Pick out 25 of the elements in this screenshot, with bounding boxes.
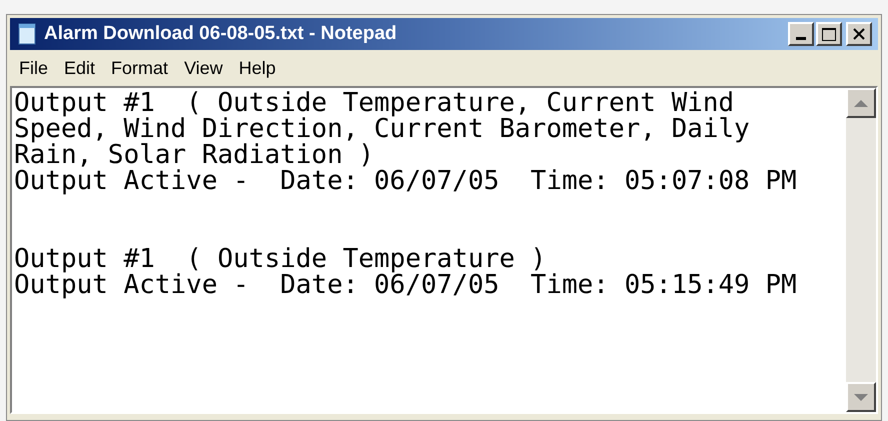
text-line: Output Active - Date: 06/07/05 Time: 05:15:49 PM xyxy=(14,272,797,298)
menu-item[interactable]: File xyxy=(12,54,56,82)
text-line: Output #1 ( Outside Temperature ) xyxy=(14,246,546,272)
menu-item[interactable]: View xyxy=(177,54,230,82)
menu-item[interactable]: Help xyxy=(232,54,283,82)
notepad-icon xyxy=(16,22,38,46)
menu-item[interactable]: Edit xyxy=(57,54,102,82)
text-line: Speed, Wind Direction, Current Barometer, Daily xyxy=(14,116,750,142)
minimize-icon xyxy=(796,37,806,40)
maximize-icon xyxy=(822,28,836,40)
close-button[interactable] xyxy=(846,22,872,46)
scroll-up-button[interactable] xyxy=(846,88,876,118)
text-line: Rain, Solar Radiation ) xyxy=(14,142,374,168)
window-title: Alarm Download 06-08-05.txt - Notepad xyxy=(44,22,397,46)
minimize-button[interactable] xyxy=(788,22,814,46)
vertical-scrollbar[interactable] xyxy=(846,88,876,412)
text-line: Output #1 ( Outside Temperature, Current Wind xyxy=(14,90,734,116)
text-line: Output Active - Date: 06/07/05 Time: 05:07:08 PM xyxy=(14,168,797,194)
close-icon xyxy=(853,28,865,40)
scroll-down-button[interactable] xyxy=(846,382,876,412)
menu-item[interactable]: Format xyxy=(104,54,176,82)
maximize-button[interactable] xyxy=(816,22,842,46)
down-arrow-icon xyxy=(854,394,868,400)
text-area[interactable] xyxy=(10,86,878,414)
up-arrow-icon xyxy=(854,100,868,106)
